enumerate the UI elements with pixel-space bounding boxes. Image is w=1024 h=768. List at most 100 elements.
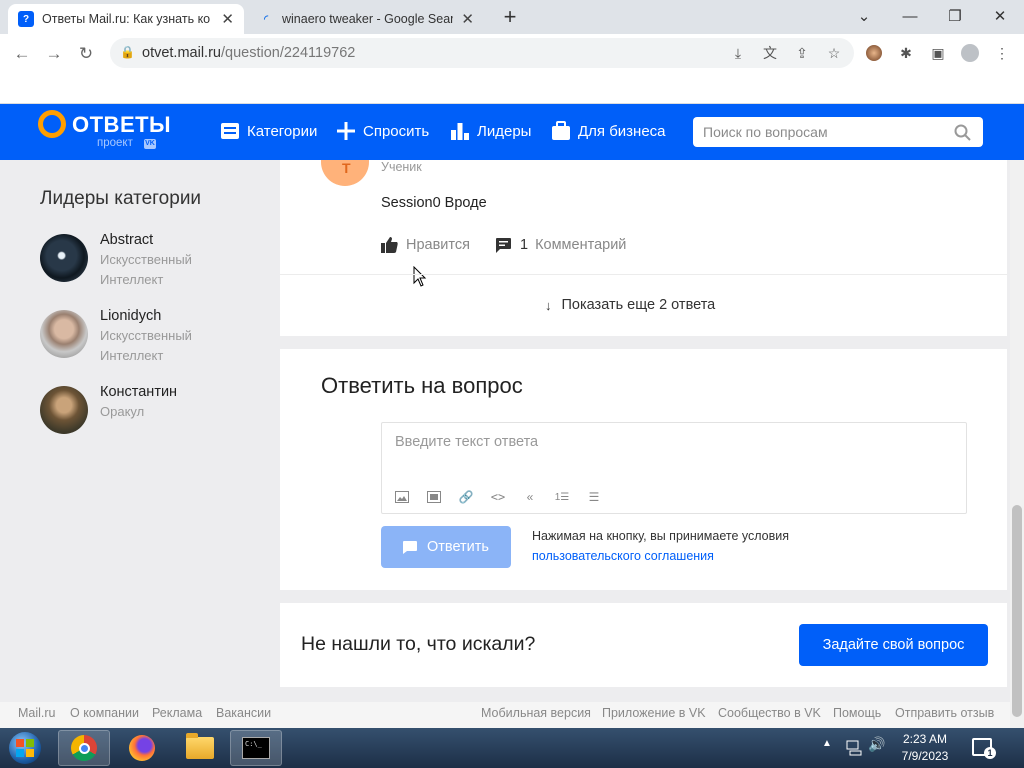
nav-categories[interactable]: Категории	[220, 121, 317, 141]
taskbar-firefox[interactable]	[116, 730, 168, 766]
extensions-puzzle-icon[interactable]: ✱	[896, 43, 916, 63]
code-icon[interactable]: <>	[490, 489, 506, 505]
like-label: Нравится	[406, 237, 470, 253]
folder-icon	[186, 733, 214, 759]
close-window-button[interactable]: ✕	[978, 2, 1022, 30]
nav-label: Категории	[247, 122, 318, 140]
footer-link-vk-community[interactable]: Сообщество в VK	[718, 706, 821, 720]
footer-link-feedback[interactable]: Отправить отзыв	[895, 706, 994, 720]
taskbar-cmd[interactable]: C:\_	[230, 730, 282, 766]
chrome-menu-icon[interactable]: ⋮	[992, 43, 1012, 63]
briefcase-icon	[552, 121, 570, 140]
nav-label: Спросить	[363, 122, 430, 140]
minimize-button[interactable]: —	[888, 2, 932, 30]
system-clock[interactable]: 2:23 AM 7/9/2023	[896, 731, 954, 765]
not-found-title: Не нашли то, что искали?	[301, 633, 536, 655]
footer-link-mobile[interactable]: Мобильная версия	[481, 706, 591, 720]
share-icon[interactable]: ⇪	[792, 43, 812, 63]
show-more-answers-button[interactable]: ↓ Показать еще 2 ответа	[545, 297, 715, 313]
avatar[interactable]	[40, 386, 88, 434]
loading-icon: ◜	[264, 13, 268, 25]
side-panel-icon[interactable]: ▣	[928, 43, 948, 63]
footer-link-mailru[interactable]: Mail.ru	[18, 706, 56, 720]
footer-link-help[interactable]: Помощь	[833, 706, 881, 720]
chrome-icon	[71, 735, 97, 761]
footer-link-vk-app[interactable]: Приложение в VK	[602, 706, 706, 720]
footer-link-ads[interactable]: Реклама	[152, 706, 202, 720]
comment-label: Комментарий	[535, 237, 627, 253]
leaders-chart-icon	[451, 123, 469, 140]
submit-label: Ответить	[427, 539, 489, 555]
scrollbar-thumb[interactable]	[1012, 505, 1022, 717]
image-icon[interactable]	[394, 489, 410, 505]
link-icon[interactable]: 🔗	[458, 489, 474, 505]
footer-link-jobs[interactable]: Вакансии	[216, 706, 271, 720]
leader-name[interactable]: Константин	[100, 384, 177, 400]
message-icon	[403, 540, 417, 554]
lock-icon[interactable]: 🔒	[120, 45, 135, 59]
nav-label: Лидеры	[477, 122, 532, 140]
terms-text: Нажимая на кнопку, вы принимаете условия	[532, 529, 790, 543]
bulleted-list-icon[interactable]: ☰	[586, 489, 602, 505]
terms-link[interactable]: пользовательского соглашения	[532, 549, 714, 563]
windows-logo-icon	[9, 732, 41, 764]
comments-button[interactable]: 1 Комментарий	[496, 237, 626, 253]
translate-icon[interactable]: 文	[760, 43, 780, 63]
leader-role: Оракул	[100, 404, 145, 419]
quote-icon[interactable]: «	[522, 489, 538, 505]
author-role: Ученик	[381, 160, 422, 174]
ask-question-button[interactable]: Задайте свой вопрос	[799, 624, 988, 666]
leader-name[interactable]: Lionidych	[100, 308, 161, 324]
close-tab-icon[interactable]: ✕	[461, 10, 474, 28]
taskbar-chrome[interactable]	[58, 730, 110, 766]
mouse-cursor-icon	[413, 266, 427, 287]
answer-placeholder: Введите текст ответа	[395, 434, 539, 450]
thumbs-up-icon	[381, 237, 398, 253]
submit-answer-button[interactable]: Ответить	[381, 526, 511, 568]
search-placeholder: Поиск по вопросам	[703, 124, 828, 140]
new-tab-button[interactable]: +	[498, 5, 522, 29]
categories-icon	[221, 123, 239, 139]
show-hidden-icons[interactable]: ▲	[822, 738, 832, 749]
network-icon[interactable]	[846, 740, 862, 756]
divider	[280, 274, 1007, 275]
clock-date: 7/9/2023	[901, 749, 949, 763]
restore-button[interactable]: ❐	[933, 2, 977, 30]
tab-otvety[interactable]: ? Ответы Mail.ru: Как узнать ко ✕	[8, 4, 244, 34]
show-more-label: Показать еще 2 ответа	[561, 297, 716, 313]
profile-icon[interactable]	[960, 43, 980, 63]
tab-google[interactable]: ◜ winaero tweaker - Google Sear ✕	[248, 4, 484, 34]
avatar[interactable]	[40, 310, 88, 358]
like-button[interactable]: Нравится	[381, 237, 470, 253]
extension-avatar-icon[interactable]	[864, 43, 884, 63]
firefox-icon	[129, 735, 155, 761]
reload-button[interactable]: ↻	[74, 42, 98, 66]
tab-search-chevron-icon[interactable]: ⌄	[842, 2, 886, 30]
terminal-icon: C:\_	[242, 737, 270, 759]
nav-label: Для бизнеса	[578, 122, 666, 140]
leader-role: Искусственный	[100, 328, 192, 343]
nav-business[interactable]: Для бизнеса	[551, 121, 666, 141]
bookmark-star-icon[interactable]: ☆	[824, 43, 844, 63]
avatar[interactable]	[40, 234, 88, 282]
leader-name[interactable]: Abstract	[100, 232, 153, 248]
install-app-icon[interactable]: ⤓	[728, 43, 748, 63]
back-button[interactable]: ←	[10, 42, 34, 66]
taskbar-explorer[interactable]	[174, 730, 226, 766]
nav-ask[interactable]: Спросить	[336, 121, 429, 141]
otvety-logo-icon[interactable]	[38, 110, 66, 138]
leader-role: Интеллект	[100, 348, 164, 363]
numbered-list-icon[interactable]: 1☰	[554, 489, 570, 505]
avatar-letter: Т	[342, 160, 351, 176]
video-icon[interactable]	[426, 489, 442, 505]
start-button[interactable]	[4, 729, 46, 767]
search-icon[interactable]	[954, 124, 971, 141]
leader-role: Искусственный	[100, 252, 192, 267]
clock-time: 2:23 AM	[902, 732, 948, 746]
close-tab-icon[interactable]: ✕	[221, 10, 234, 28]
forward-button[interactable]: →	[42, 42, 66, 66]
volume-icon[interactable]: 🔊	[868, 736, 885, 753]
footer-link-about[interactable]: О компании	[70, 706, 139, 720]
site-logo-text[interactable]: ОТВЕТЫ	[72, 112, 171, 138]
nav-leaders[interactable]: Лидеры	[450, 121, 531, 141]
